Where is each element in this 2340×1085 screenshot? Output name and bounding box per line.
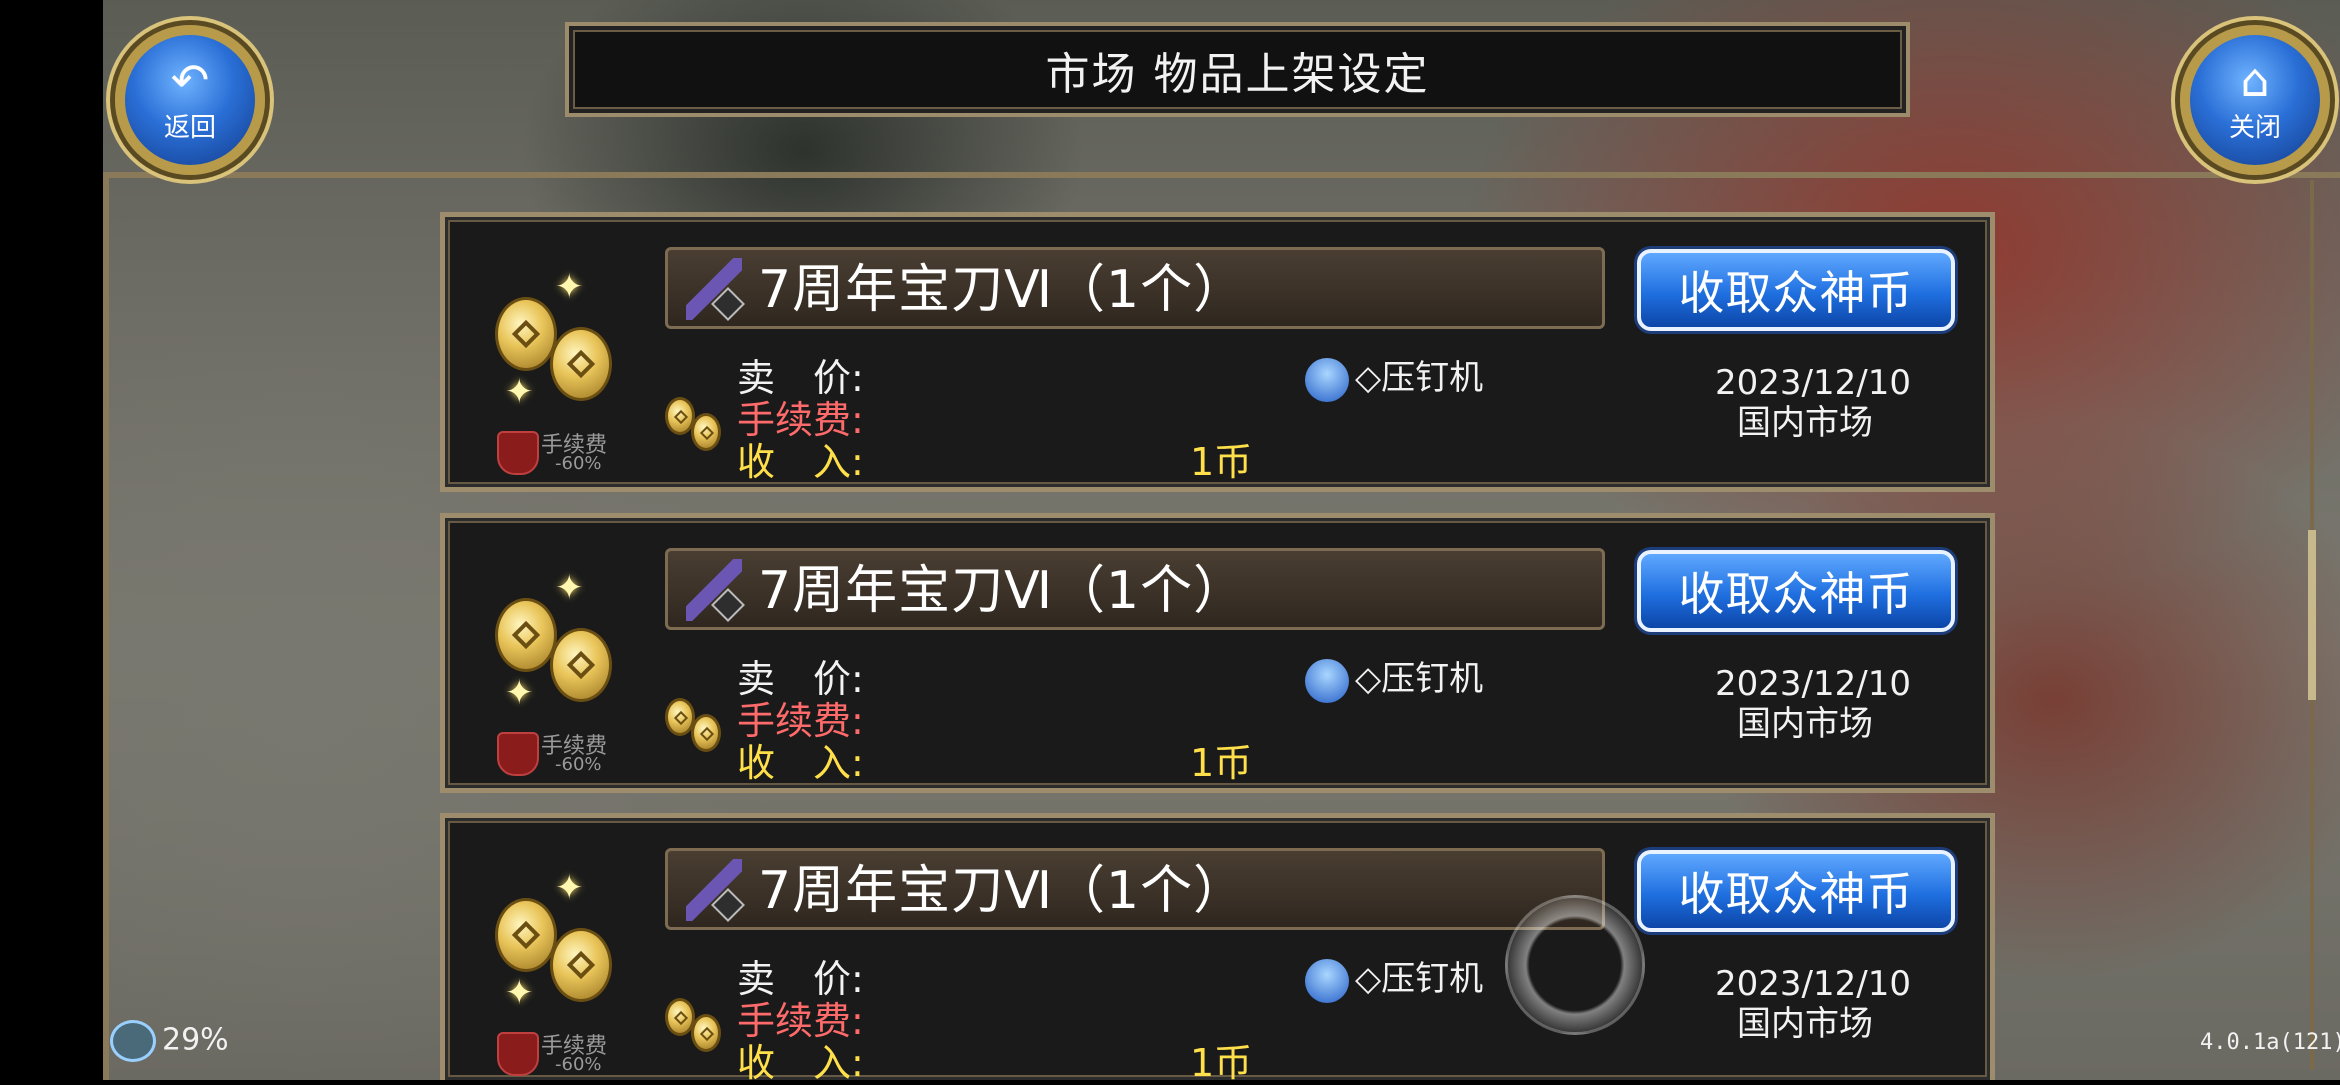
quill-icon	[1295, 348, 1359, 411]
item-name-bar: 7周年宝刀Ⅵ（1个）	[665, 548, 1605, 630]
shield-icon	[497, 1032, 539, 1076]
collect-coins-button[interactable]: 收取众神币	[1637, 850, 1955, 932]
fee-discount-badge: 手续费 -60%	[497, 1028, 647, 1078]
fee-badge-value: -60%	[555, 1054, 602, 1075]
item-name: 7周年宝刀Ⅵ（1个）	[758, 861, 1247, 921]
fee-badge-value: -60%	[555, 754, 602, 775]
fee-badge-value: -60%	[555, 453, 602, 474]
page-title: 市场 物品上架设定	[1045, 48, 1430, 100]
market-type: 国内市场	[1737, 403, 1873, 443]
fee-discount-badge: 手续费 -60%	[497, 728, 647, 778]
item-name-bar: 7周年宝刀Ⅵ（1个）	[665, 848, 1605, 930]
income-value: 1币	[1190, 741, 1253, 785]
seller: ◇压钉机	[1295, 949, 1484, 1012]
battery-indicator: 29%	[110, 1020, 229, 1062]
fee-discount-badge: 手续费 -60%	[497, 427, 647, 477]
quill-icon	[1295, 949, 1359, 1012]
back-button[interactable]: ↶ 返回	[115, 25, 265, 175]
close-button-label: 关闭	[2228, 112, 2281, 143]
small-coins-icon	[665, 387, 735, 457]
price-label: 卖 价:	[737, 356, 864, 400]
collect-coins-button[interactable]: 收取众神币	[1637, 249, 1955, 331]
seller-name: ◇压钉机	[1355, 659, 1484, 699]
item-name: 7周年宝刀Ⅵ（1个）	[758, 260, 1247, 320]
income-label: 收 入:	[737, 440, 864, 484]
sword-icon	[686, 258, 742, 320]
home-icon: ⌂	[2240, 52, 2270, 107]
back-arrow-icon: ↶	[170, 52, 210, 107]
coins-icon: ✦ ✦	[495, 568, 635, 713]
shield-icon	[497, 431, 539, 475]
back-button-label: 返回	[163, 112, 216, 143]
listing-card: ✦ ✦ 手续费 -60% 7周年宝刀Ⅵ（1个） 收取众神币 卖 价: 手续费: …	[440, 513, 1995, 793]
sword-icon	[686, 859, 742, 921]
battery-icon	[110, 1020, 156, 1062]
listing-date: 2023/12/10	[1715, 363, 1911, 403]
income-label: 收 入:	[737, 1041, 864, 1085]
income-value: 1币	[1190, 440, 1253, 484]
coins-icon: ✦ ✦	[495, 267, 635, 412]
battery-percent: 29%	[162, 1022, 229, 1058]
seller-name: ◇压钉机	[1355, 959, 1484, 999]
coins-icon: ✦ ✦	[495, 868, 635, 1013]
price-label: 卖 价:	[737, 957, 864, 1001]
fee-label: 手续费:	[737, 398, 864, 442]
shield-icon	[497, 732, 539, 776]
sword-icon	[686, 559, 742, 621]
price-label: 卖 价:	[737, 657, 864, 701]
seller: ◇压钉机	[1295, 649, 1484, 712]
floating-touch-button[interactable]	[1505, 895, 1645, 1035]
scrollbar-thumb[interactable]	[2308, 530, 2316, 700]
seller-name: ◇压钉机	[1355, 358, 1484, 398]
market-type: 国内市场	[1737, 1004, 1873, 1044]
listing-date: 2023/12/10	[1715, 664, 1911, 704]
title-banner: 市场 物品上架设定	[565, 22, 1910, 117]
seller: ◇压钉机	[1295, 348, 1484, 411]
income-label: 收 入:	[737, 741, 864, 785]
small-coins-icon	[665, 688, 735, 758]
fee-label: 手续费:	[737, 999, 864, 1043]
listing-date: 2023/12/10	[1715, 964, 1911, 1004]
listing-card: ✦ ✦ 手续费 -60% 7周年宝刀Ⅵ（1个） 收取众神币 卖 价: 手续费: …	[440, 813, 1995, 1084]
market-type: 国内市场	[1737, 704, 1873, 744]
fee-label: 手续费:	[737, 699, 864, 743]
income-value: 1币	[1190, 1041, 1253, 1085]
item-name: 7周年宝刀Ⅵ（1个）	[758, 561, 1247, 621]
collect-coins-button[interactable]: 收取众神币	[1637, 550, 1955, 632]
listing-card: ✦ ✦ 手续费 -60% 7周年宝刀Ⅵ（1个） 收取众神币 卖 价: 手续费: …	[440, 212, 1995, 492]
item-name-bar: 7周年宝刀Ⅵ（1个）	[665, 247, 1605, 329]
version-label: 4.0.1a(121)	[2200, 1030, 2340, 1055]
small-coins-icon	[665, 988, 735, 1058]
quill-icon	[1295, 649, 1359, 712]
close-button[interactable]: ⌂ 关闭	[2180, 25, 2330, 175]
